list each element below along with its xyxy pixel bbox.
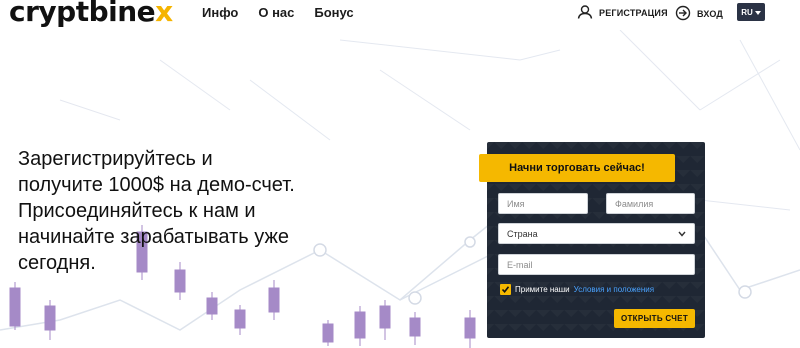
terms-link[interactable]: Условия и положения xyxy=(574,285,654,294)
consent-text: Примите наши xyxy=(515,285,570,294)
hero-line: Зарегистрируйтесь и xyxy=(18,148,213,170)
terms-consent: Примите наши Условия и положения xyxy=(500,284,654,295)
logo-text: cryptbine xyxy=(9,0,156,28)
hero-headline: Зарегистрируйтесь и получите 1000$ на де… xyxy=(18,146,338,276)
logo-accent: x xyxy=(155,0,173,28)
login-link[interactable]: ВХОД xyxy=(675,5,723,23)
open-account-button[interactable]: ОТКРЫТЬ СЧЕТ xyxy=(614,309,695,328)
chevron-down-icon xyxy=(678,229,686,239)
hero-line: начинайте зарабатывать уже xyxy=(18,226,289,248)
hero-line: получите 1000$ на демо-счет. xyxy=(18,174,295,196)
hero-line: сегодня. xyxy=(18,252,96,274)
nav-item-bonus[interactable]: Бонус xyxy=(314,5,353,20)
register-label: РЕГИСТРАЦИЯ xyxy=(599,8,668,18)
form-title-banner: Начни торговать сейчас! xyxy=(479,154,675,182)
caret-down-icon xyxy=(754,8,761,17)
country-select-value: Страна xyxy=(507,228,538,239)
country-select[interactable]: Страна xyxy=(498,223,695,244)
last-name-input[interactable] xyxy=(606,193,695,214)
logo[interactable]: cryptbine x xyxy=(9,0,173,28)
sign-in-icon xyxy=(675,5,691,23)
first-name-input[interactable] xyxy=(498,193,588,214)
header: cryptbine x Инфо О нас Бонус РЕГИСТРАЦИЯ … xyxy=(0,0,800,30)
nav-item-about[interactable]: О нас xyxy=(258,5,294,20)
main-nav: Инфо О нас Бонус xyxy=(202,5,354,20)
terms-checkbox[interactable] xyxy=(500,284,511,295)
register-link[interactable]: РЕГИСТРАЦИЯ xyxy=(577,5,668,21)
open-account-label: ОТКРЫТЬ СЧЕТ xyxy=(620,314,689,323)
login-label: ВХОД xyxy=(697,9,724,19)
hero-line: Присоединяйтесь к нам и xyxy=(18,200,256,222)
user-icon xyxy=(577,5,593,21)
form-title: Начни торговать сейчас! xyxy=(509,162,645,174)
checkmark-icon xyxy=(501,286,510,294)
nav-item-info[interactable]: Инфо xyxy=(202,5,238,20)
language-label: RU xyxy=(741,7,753,17)
email-input[interactable] xyxy=(498,254,695,275)
language-selector[interactable]: RU xyxy=(737,3,765,21)
